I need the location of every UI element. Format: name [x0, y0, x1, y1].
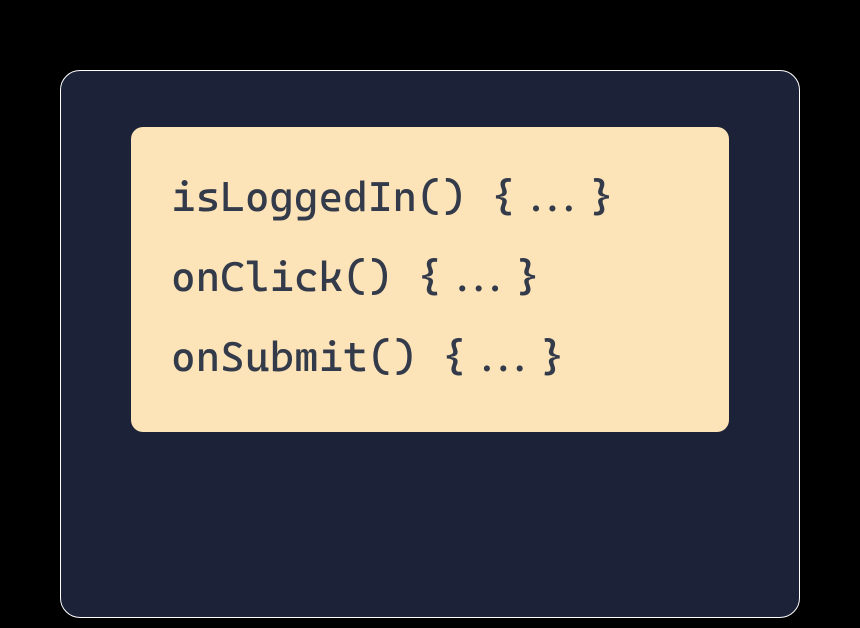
code-line: onClick() {...}	[171, 237, 689, 317]
code-block: isLoggedIn() {...} onClick() {...} onSub…	[131, 127, 729, 432]
code-line: isLoggedIn() {...}	[171, 157, 689, 237]
code-line: onSubmit() {...}	[171, 317, 689, 397]
code-panel: isLoggedIn() {...} onClick() {...} onSub…	[60, 70, 800, 618]
